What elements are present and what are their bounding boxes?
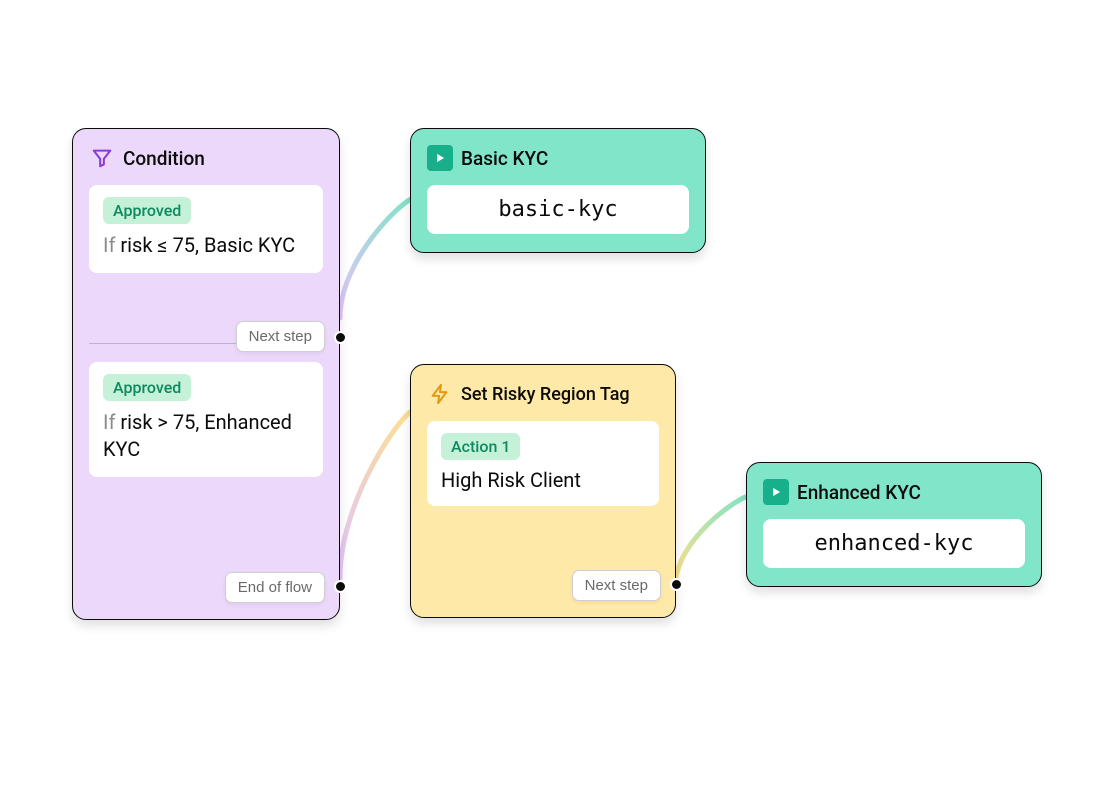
enhanced-kyc-slug[interactable]: enhanced-kyc	[763, 519, 1025, 568]
funnel-icon	[89, 145, 115, 171]
basic-kyc-node[interactable]: Basic KYC basic-kyc	[410, 128, 706, 253]
action-badge: Action 1	[441, 433, 520, 460]
rule-text: If risk > 75, Enhanced KYC	[103, 409, 309, 463]
play-icon	[763, 479, 789, 505]
enhanced-kyc-title: Enhanced KYC	[797, 481, 921, 504]
action-card[interactable]: Action 1 High Risk Client	[427, 421, 659, 506]
connector-condition-to-basic	[332, 190, 422, 330]
play-icon	[427, 145, 453, 171]
status-badge: Approved	[103, 197, 191, 224]
port-dot	[670, 578, 683, 591]
status-badge: Approved	[103, 374, 191, 401]
condition-node[interactable]: Condition Approved If risk ≤ 75, Basic K…	[72, 128, 340, 620]
enhanced-kyc-node[interactable]: Enhanced KYC enhanced-kyc	[746, 462, 1042, 587]
port-dot	[334, 331, 347, 344]
rule-card-2[interactable]: Approved If risk > 75, Enhanced KYC	[89, 362, 323, 477]
workflow-canvas[interactable]: Condition Approved If risk ≤ 75, Basic K…	[0, 0, 1112, 800]
action-text: High Risk Client	[441, 468, 645, 492]
port-dot	[334, 580, 347, 593]
rule-card-1[interactable]: Approved If risk ≤ 75, Basic KYC	[89, 185, 323, 273]
condition-title: Condition	[123, 147, 205, 170]
connector-condition-to-risky	[332, 400, 422, 590]
basic-kyc-title: Basic KYC	[461, 147, 548, 170]
next-step-port-1[interactable]: Next step	[236, 321, 325, 352]
bolt-icon	[427, 381, 453, 407]
rule-text: If risk ≤ 75, Basic KYC	[103, 232, 309, 259]
basic-kyc-slug[interactable]: basic-kyc	[427, 185, 689, 234]
risky-tag-node[interactable]: Set Risky Region Tag Action 1 High Risk …	[410, 364, 676, 618]
risky-tag-title: Set Risky Region Tag	[461, 384, 630, 405]
next-step-port-2[interactable]: Next step	[572, 570, 661, 601]
end-of-flow-port[interactable]: End of flow	[225, 572, 325, 603]
